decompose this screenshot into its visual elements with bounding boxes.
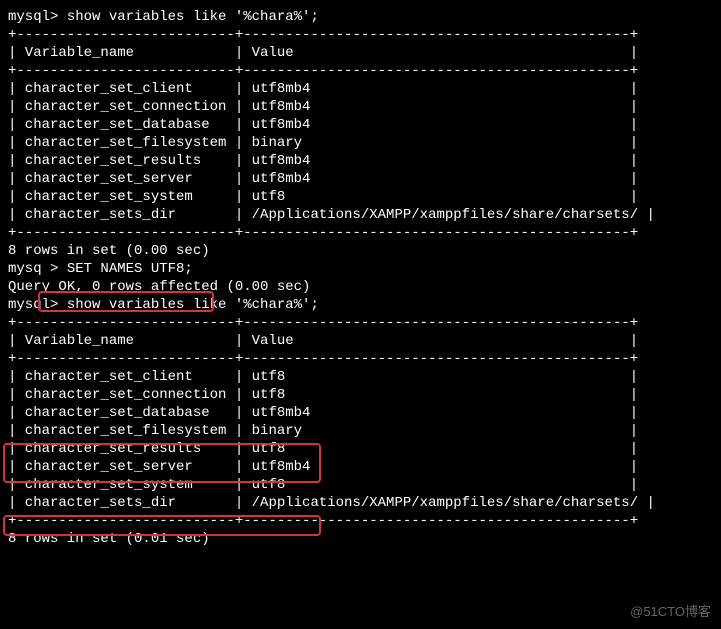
result: 8 rows in set (0.00 sec) bbox=[8, 242, 713, 260]
divider: +--------------------------+------------… bbox=[8, 224, 713, 242]
table-row: | character_set_connection | utf8 | bbox=[8, 386, 713, 404]
terminal-output: mysql> show variables like '%chara%'; +-… bbox=[8, 8, 713, 548]
result: Query OK, 0 rows affected (0.00 sec) bbox=[8, 278, 713, 296]
table-row: | character_set_server | utf8mb4 | bbox=[8, 458, 713, 476]
header: | Variable_name | Value | bbox=[8, 44, 713, 62]
table-row: | character_set_database | utf8mb4 | bbox=[8, 404, 713, 422]
table-row: | character_sets_dir | /Applications/XAM… bbox=[8, 206, 713, 224]
table-row: | character_sets_dir | /Applications/XAM… bbox=[8, 494, 713, 512]
table-row: | character_set_filesystem | binary | bbox=[8, 422, 713, 440]
table-row: | character_set_database | utf8mb4 | bbox=[8, 116, 713, 134]
prompt-line-3: mysql> show variables like '%chara%'; bbox=[8, 296, 713, 314]
table-row: | character_set_connection | utf8mb4 | bbox=[8, 98, 713, 116]
table-row: | character_set_filesystem | binary | bbox=[8, 134, 713, 152]
table-row: | character_set_server | utf8mb4 | bbox=[8, 170, 713, 188]
prompt-line-2: mysq > SET NAMES UTF8; bbox=[8, 260, 713, 278]
result: 8 rows in set (0.01 sec) bbox=[8, 530, 713, 548]
table-row: | character_set_client | utf8mb4 | bbox=[8, 80, 713, 98]
divider: +--------------------------+------------… bbox=[8, 350, 713, 368]
table-row: | character_set_system | utf8 | bbox=[8, 476, 713, 494]
table-row: | character_set_system | utf8 | bbox=[8, 188, 713, 206]
prompt-line-1: mysql> show variables like '%chara%'; bbox=[8, 8, 713, 26]
table-row: | character_set_results | utf8mb4 | bbox=[8, 152, 713, 170]
table-row: | character_set_client | utf8 | bbox=[8, 368, 713, 386]
header: | Variable_name | Value | bbox=[8, 332, 713, 350]
divider: +--------------------------+------------… bbox=[8, 62, 713, 80]
watermark: @51CTO博客 bbox=[630, 603, 711, 621]
divider: +--------------------------+------------… bbox=[8, 512, 713, 530]
divider: +--------------------------+------------… bbox=[8, 314, 713, 332]
table-row: | character_set_results | utf8 | bbox=[8, 440, 713, 458]
divider: +--------------------------+------------… bbox=[8, 26, 713, 44]
